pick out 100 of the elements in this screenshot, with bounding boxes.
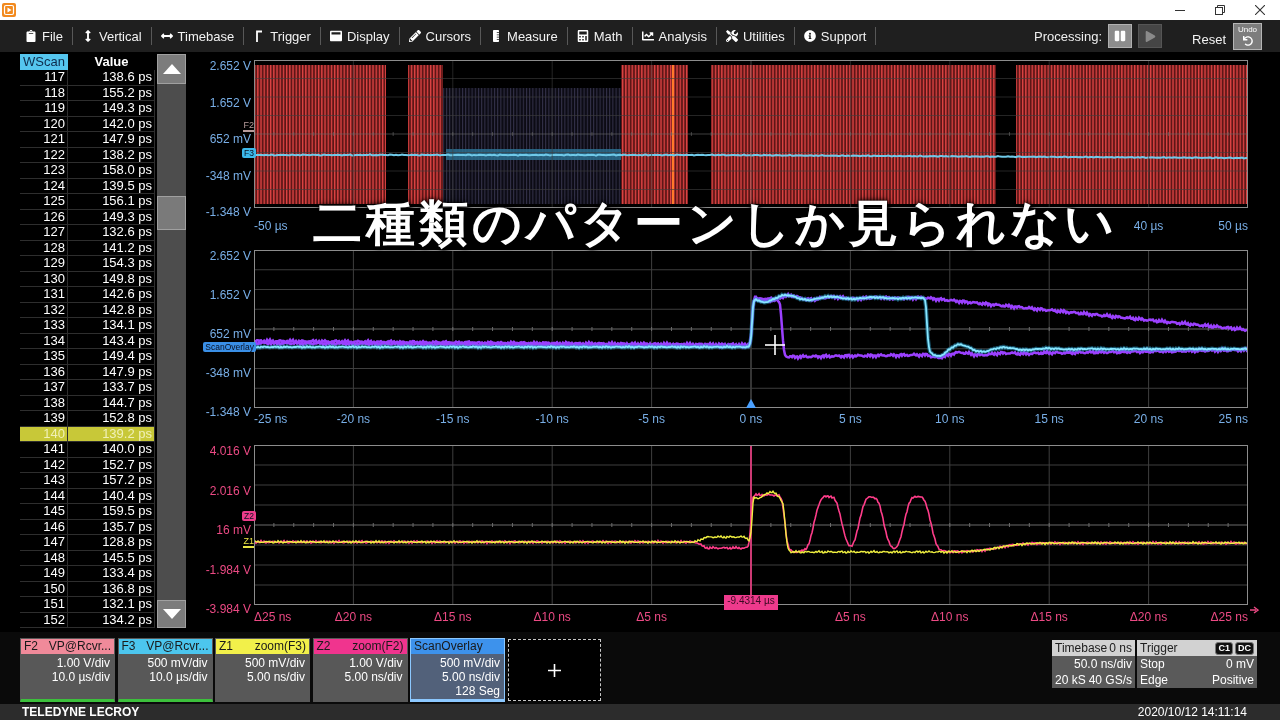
table-cell: 144.7 ps: [68, 395, 155, 410]
table-cell: 156.1 ps: [68, 194, 155, 209]
table-cell: 124: [20, 178, 68, 193]
menu-item[interactable]: Display: [320, 23, 399, 49]
table-cell: 159.5 ps: [68, 504, 155, 519]
channel-descriptor[interactable]: F2 VP@Rcvr... 1.00 V/div 10.0 µs/div: [20, 638, 115, 702]
menu-item[interactable]: Math: [567, 23, 632, 49]
table-row[interactable]: 117 138.6 ps: [20, 70, 155, 86]
table-row[interactable]: 127 132.6 ps: [20, 225, 155, 241]
table-cell: 141.2 ps: [68, 240, 155, 255]
table-cell: 138.6 ps: [68, 70, 155, 85]
axis-label: 5 ns: [839, 412, 862, 426]
scroll-down-button[interactable]: [157, 600, 186, 628]
channel-descriptor[interactable]: Z2 zoom(F2) 1.00 V/div 5.00 ns/div: [312, 638, 408, 702]
table-row[interactable]: 131 142.6 ps: [20, 287, 155, 303]
table-row[interactable]: 125 156.1 ps: [20, 194, 155, 210]
timebase-descriptor[interactable]: Timebase 0 ns 50.0 ns/div 20 kS 40 GS/s: [1052, 640, 1135, 688]
axis-label: Δ15 ns: [1030, 610, 1068, 624]
table-row[interactable]: 139 152.8 ps: [20, 411, 155, 427]
channel-name: ScanOverlay: [414, 639, 483, 654]
axis-label: 50 µs: [1218, 219, 1248, 233]
table-cell: 127: [20, 225, 68, 240]
axis-label: -20 ns: [336, 412, 371, 426]
table-cell: 134: [20, 333, 68, 348]
reset-button[interactable]: Reset: [1192, 31, 1226, 47]
up-triangle-icon: [162, 64, 181, 74]
table-cell: 143: [20, 473, 68, 488]
date-time: 2020/10/12 14:11:14: [1137, 705, 1247, 719]
channel-name: Z2: [316, 639, 331, 654]
table-row[interactable]: 151 132.1 ps: [20, 597, 155, 613]
menu-item[interactable]: Trigger: [244, 23, 320, 49]
table-cell: 152.7 ps: [68, 457, 155, 472]
table-cell: 123: [20, 163, 68, 178]
scroll-up-button[interactable]: [157, 54, 186, 84]
menu-item[interactable]: Analysis: [632, 23, 716, 49]
add-channel-button[interactable]: [507, 639, 601, 701]
axis-label: -10 ns: [535, 412, 569, 426]
channel-setting: 5.00 ns/div: [441, 670, 500, 684]
menu-item[interactable]: Support: [794, 23, 876, 49]
channel-setting: 1.00 V/div: [56, 656, 110, 670]
table-row[interactable]: 129 154.3 ps: [20, 256, 155, 272]
channel-setting: 10.0 µs/div: [149, 670, 208, 684]
table-cell: 132.6 ps: [68, 225, 155, 240]
channel-descriptor[interactable]: Z1 zoom(F3) 500 mV/div 5.00 ns/div: [215, 638, 310, 702]
table-row[interactable]: 119 149.3 ps: [20, 101, 155, 117]
trigger-slope: Positive: [1211, 673, 1254, 687]
table-row[interactable]: 123 158.0 ps: [20, 163, 155, 179]
menu-item[interactable]: Timebase: [151, 23, 244, 49]
table-row[interactable]: 147 128.8 ps: [20, 535, 155, 551]
axis-label: 20 ns: [1133, 412, 1164, 426]
timebase-scale: 50.0 ns/div: [1073, 657, 1132, 671]
table-cell: 149.3 ps: [68, 101, 155, 116]
table-row[interactable]: 143 157.2 ps: [20, 473, 155, 489]
table-cell: 128: [20, 240, 68, 255]
table-row[interactable]: 137 133.7 ps: [20, 380, 155, 396]
menu-item[interactable]: Utilities: [716, 23, 794, 49]
channel-source: zoom(F2): [352, 639, 404, 654]
axis-label: -3.984 V: [205, 603, 251, 615]
channel-descriptor[interactable]: F3 VP@Rcvr... 500 mV/div 10.0 µs/div: [117, 638, 213, 702]
table-cell: 130: [20, 271, 68, 286]
menu-item[interactable]: File: [16, 23, 72, 49]
line-chart-icon: [641, 30, 654, 42]
trigger-descriptor[interactable]: Trigger C1 DC Stop 0 mV Edge Positive: [1137, 640, 1257, 688]
channel-setting: 10.0 µs/div: [51, 670, 110, 684]
undo-icon: [1242, 35, 1253, 46]
scrollbar-track[interactable]: [157, 54, 186, 628]
axis-label: -348 mV: [205, 169, 251, 182]
channel-descriptor[interactable]: ScanOverlay 500 mV/div 5.00 ns/div 128 Seg: [410, 638, 505, 702]
table-row[interactable]: 135 149.4 ps: [20, 349, 155, 365]
table-row[interactable]: 133 134.1 ps: [20, 318, 155, 334]
menu-item[interactable]: Cursors: [399, 23, 481, 49]
right-arrow-icon: [1250, 606, 1259, 614]
axis-label: Δ20 ns: [1129, 610, 1168, 624]
axis-label: Δ25 ns: [254, 610, 292, 624]
channel-source: zoom(F3): [254, 639, 306, 654]
undo-button[interactable]: Undo: [1233, 22, 1262, 50]
axis-label: 652 mV: [209, 133, 251, 145]
table-cell: 142.8 ps: [68, 302, 155, 317]
table-cell: 143.4 ps: [68, 333, 155, 348]
pause-button[interactable]: [1108, 24, 1133, 48]
table-cell: 134.2 ps: [68, 612, 155, 627]
scrollbar-thumb[interactable]: [157, 196, 186, 230]
column-header[interactable]: WScan: [20, 54, 68, 70]
table-cell: 149: [20, 566, 68, 581]
processing-label: Processing:: [1034, 28, 1103, 44]
tools-icon: [725, 30, 738, 42]
sample-count: 20 kS: [1055, 673, 1086, 687]
menu-item[interactable]: Measure: [481, 23, 567, 49]
table-cell: 152: [20, 612, 68, 627]
table-cell: 141: [20, 442, 68, 457]
table-row[interactable]: 121 147.9 ps: [20, 132, 155, 148]
table-row[interactable]: 141 140.0 ps: [20, 442, 155, 458]
table-row[interactable]: 149 133.4 ps: [20, 566, 155, 582]
subtitle-caption: 二種類のパターンしか見られない: [313, 196, 1118, 252]
table-cell: 151: [20, 597, 68, 612]
table-cell: 147.9 ps: [68, 132, 155, 147]
table-row[interactable]: 145 159.5 ps: [20, 504, 155, 520]
table-cell: 157.2 ps: [68, 473, 155, 488]
table-cell: 146: [20, 519, 68, 534]
menu-item[interactable]: Vertical: [72, 23, 151, 49]
